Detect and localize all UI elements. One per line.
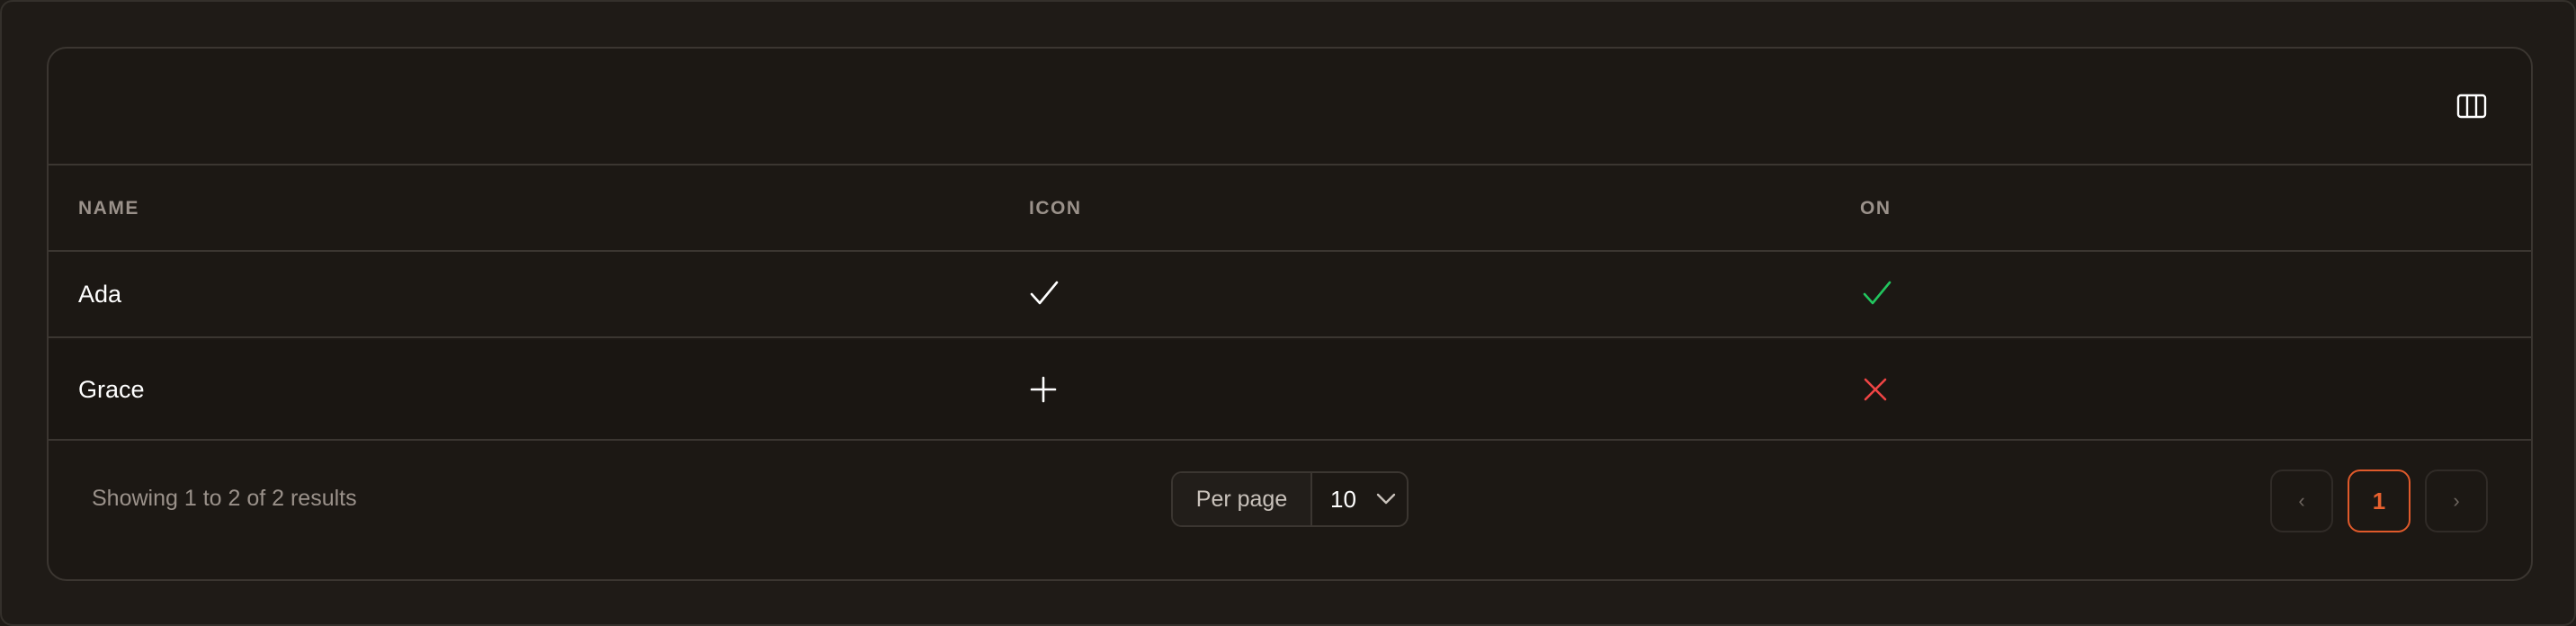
cell-name: Ada	[78, 280, 122, 308]
per-page-value: 10	[1330, 485, 1356, 513]
check-icon	[1863, 281, 1892, 305]
check-icon	[1030, 281, 1059, 305]
cell-icon	[1029, 252, 1060, 336]
table-row[interactable]: Grace	[49, 340, 2531, 441]
pagination: ‹ 1 ›	[2270, 470, 2488, 532]
page-1-button[interactable]: 1	[2348, 470, 2411, 532]
table-row[interactable]: Ada	[49, 252, 2531, 338]
per-page-label: Per page	[1173, 473, 1312, 525]
cell-on	[1862, 340, 1889, 439]
cell-name: Grace	[78, 375, 145, 403]
page-frame: NAME ICON ON Ada Grace Showing 1 to 2 of…	[0, 0, 2576, 626]
x-icon	[1864, 378, 1887, 401]
table-footer: Showing 1 to 2 of 2 results Per page 10 …	[49, 443, 2531, 579]
next-page-button[interactable]: ›	[2425, 470, 2488, 532]
per-page-control: Per page 10	[1171, 471, 1409, 527]
column-header-on[interactable]: ON	[1860, 165, 1892, 252]
per-page-select[interactable]: 10	[1312, 473, 1407, 525]
columns-icon	[2456, 94, 2487, 119]
cell-icon	[1029, 340, 1058, 439]
columns-toggle-button[interactable]	[2455, 92, 2488, 121]
table-toolbar	[49, 49, 2531, 165]
column-header-name[interactable]: NAME	[78, 165, 139, 252]
previous-page-button[interactable]: ‹	[2270, 470, 2333, 532]
table-header: NAME ICON ON	[49, 165, 2531, 252]
column-header-icon[interactable]: ICON	[1029, 165, 1082, 252]
chevron-down-icon	[1376, 493, 1396, 505]
table-card: NAME ICON ON Ada Grace Showing 1 to 2 of…	[47, 47, 2533, 581]
plus-icon	[1030, 376, 1057, 403]
results-summary: Showing 1 to 2 of 2 results	[92, 485, 357, 511]
cell-on	[1862, 252, 1892, 336]
